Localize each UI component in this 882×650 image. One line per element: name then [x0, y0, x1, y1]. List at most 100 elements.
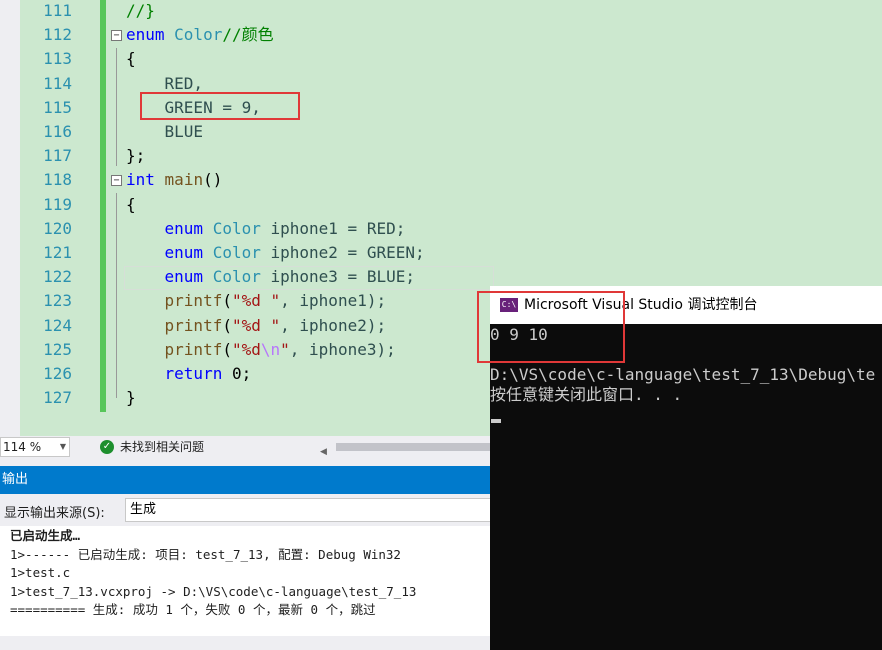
code-text: } [126, 386, 136, 410]
code-text: enum Color//颜色 [126, 23, 274, 47]
output-toolbar: 显示输出来源(S): 生成 [0, 494, 495, 526]
line-number: 123 [43, 291, 72, 311]
fold-toggle-enum[interactable]: − [111, 30, 122, 41]
line-number: 124 [43, 315, 72, 335]
code-token: } [126, 388, 136, 408]
output-line: 1>test.c [10, 565, 71, 580]
code-token: 0; [222, 364, 252, 383]
code-text: BLUE [126, 120, 204, 144]
line-number: 122 [43, 267, 72, 287]
code-token: ( [222, 315, 232, 335]
chevron-down-icon: ▼ [59, 442, 66, 451]
zoom-dropdown[interactable]: 114 % ▼ [0, 437, 70, 457]
code-text: }; [126, 144, 145, 168]
code-text: enum Color iphone3 = BLUE; [126, 265, 415, 289]
code-token: return [164, 364, 223, 383]
code-token: "%d " [231, 291, 281, 311]
code-token: "%d " [231, 315, 281, 335]
line-number: 117 [43, 146, 72, 166]
code-token: int [126, 170, 155, 190]
output-panel-header: 输出 [0, 466, 490, 494]
scroll-left-icon[interactable]: ◀ [320, 441, 327, 463]
enum-block-guide [116, 48, 117, 166]
code-line: 115 GREEN = 9, [0, 96, 882, 120]
code-token: " [280, 339, 290, 359]
output-source-select[interactable]: 生成 [125, 498, 495, 522]
code-text: { [126, 47, 136, 71]
code-token: Color [203, 243, 261, 262]
scrollbar-thumb[interactable] [336, 443, 490, 451]
output-line: 已启动生成… [10, 528, 81, 543]
code-token: ( [222, 339, 232, 359]
fold-toggle-main[interactable]: − [111, 175, 122, 186]
issues-status[interactable]: 未找到相关问题 [120, 436, 204, 458]
code-text: printf("%d ", iphone2); [126, 314, 387, 338]
output-text-area[interactable]: 已启动生成… 1>------ 已启动生成: 项目: test_7_13, 配置… [0, 526, 490, 636]
code-token: }; [126, 146, 146, 166]
code-token: , iphone3); [289, 339, 396, 359]
line-number: 115 [43, 97, 72, 117]
code-token: , iphone1); [280, 291, 387, 311]
output-highlight-box [477, 291, 625, 363]
line-number: 113 [43, 49, 72, 69]
code-token: //颜色 [222, 25, 274, 45]
line-number: 111 [43, 1, 72, 20]
output-panel-footer [0, 636, 490, 650]
code-text: printf("%d ", iphone1); [126, 289, 387, 313]
code-text: enum Color iphone2 = GREEN; [126, 241, 425, 265]
code-line: 117}; [0, 144, 882, 168]
line-number: 112 [43, 25, 72, 45]
zoom-value: 114 % [3, 440, 42, 454]
output-line: ========== 生成: 成功 1 个，失败 0 个，最新 0 个，跳过 [10, 602, 376, 617]
code-token: enum [126, 25, 165, 45]
code-line: 121 enum Color iphone2 = GREEN; [0, 241, 882, 265]
code-token: Color [203, 218, 261, 238]
code-token: iphone3 = BLUE; [260, 267, 415, 287]
code-line: 116 BLUE [0, 120, 882, 144]
code-token: main [164, 170, 204, 190]
code-token: printf [164, 315, 223, 335]
code-token: enum [164, 267, 204, 287]
line-number: 125 [43, 339, 72, 359]
code-token: ( [222, 291, 232, 311]
green-highlight-box [140, 92, 300, 120]
line-number: 114 [43, 73, 72, 93]
console-path-line: D:\VS\code\c-language\test_7_13\Debug\te [490, 365, 876, 384]
code-token: //} [126, 1, 155, 20]
console-cursor [491, 419, 501, 423]
output-line: 1>test_7_13.vcxproj -> D:\VS\code\c-lang… [10, 584, 417, 599]
code-token: iphone2 = GREEN; [260, 243, 425, 262]
output-line: 1>------ 已启动生成: 项目: test_7_13, 配置: Debug… [10, 547, 401, 562]
line-number: 119 [43, 194, 72, 214]
code-token: enum [164, 218, 204, 238]
code-text: //} [126, 0, 155, 23]
code-text: printf("%d\n", iphone3); [126, 338, 396, 362]
code-line: 119 { [0, 193, 882, 217]
console-prompt-line: 按任意键关闭此窗口. . . [490, 385, 683, 404]
code-token: , iphone2); [280, 315, 387, 335]
code-line: 114 RED, [0, 72, 882, 96]
code-token: printf [164, 291, 223, 311]
check-circle-icon: ✓ [100, 440, 114, 454]
code-token: Color [164, 25, 223, 45]
code-token: { [126, 49, 136, 69]
code-token: RED, [126, 73, 204, 93]
line-number: 126 [43, 364, 72, 383]
horizontal-scrollbar[interactable]: ◀ [320, 441, 490, 457]
code-token: "%d [231, 339, 261, 359]
code-token: enum [164, 243, 204, 262]
code-token: \n [260, 339, 281, 359]
code-token: Color [203, 267, 261, 287]
code-line: 112 enum Color//颜色 [0, 23, 882, 47]
code-text: enum Color iphone1 = RED; [126, 217, 406, 241]
output-panel-title: 输出 [2, 472, 29, 487]
code-token: printf [164, 339, 223, 359]
code-text: int main() [126, 168, 222, 192]
line-number: 116 [43, 122, 72, 141]
